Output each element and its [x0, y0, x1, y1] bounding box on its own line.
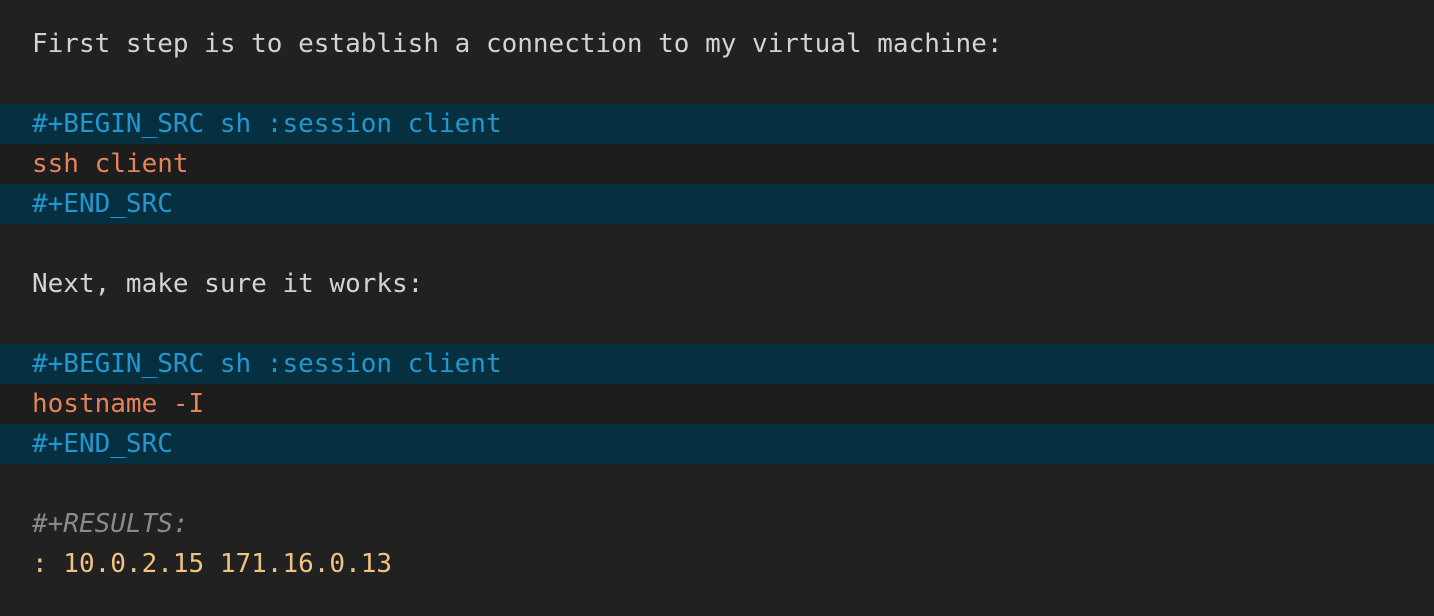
results-output: : 10.0.2.15 171.16.0.13: [0, 544, 1434, 584]
src-block-end-2[interactable]: #+END_SRC: [0, 424, 1434, 464]
src-block-code-1[interactable]: ssh client: [0, 144, 1434, 184]
results-keyword: #+RESULTS:: [0, 504, 1434, 544]
blank-line: [0, 464, 1434, 504]
prose-line-intro: First step is to establish a connection …: [0, 24, 1434, 64]
blank-line: [0, 224, 1434, 264]
blank-line: [0, 304, 1434, 344]
blank-line: [0, 64, 1434, 104]
src-block-begin-1[interactable]: #+BEGIN_SRC sh :session client: [0, 104, 1434, 144]
src-block-end-1[interactable]: #+END_SRC: [0, 184, 1434, 224]
src-block-code-2[interactable]: hostname -I: [0, 384, 1434, 424]
prose-line-verify: Next, make sure it works:: [0, 264, 1434, 304]
src-block-begin-2[interactable]: #+BEGIN_SRC sh :session client: [0, 344, 1434, 384]
org-document[interactable]: First step is to establish a connection …: [0, 0, 1434, 616]
